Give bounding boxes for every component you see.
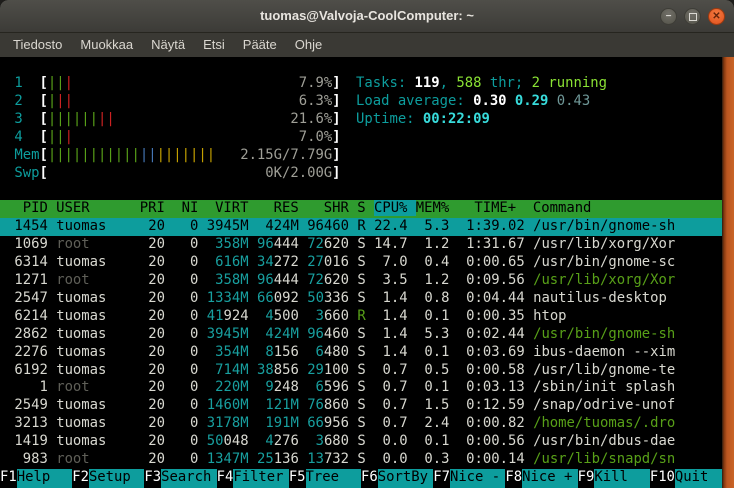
process-row-983[interactable]: 983 root 20 0 1347M 25136 13732 S 0.0 0.…: [0, 451, 722, 469]
maximize-button[interactable]: [684, 8, 701, 25]
terminal-window: tuomas@Valvoja-CoolComputer: ~ − ✕ Tiedo…: [0, 0, 734, 488]
fkey-label: F7: [433, 469, 450, 488]
terminal-content[interactable]: 1 [||| 7.9%] 2 [||| 6.3%] 3 [|||||||| 21…: [0, 57, 722, 488]
process-table: PID USER PRI NI VIRT RES SHR S CPU% MEM%…: [0, 200, 722, 469]
process-row-6214[interactable]: 6214 tuomas 20 0 41924 4500 3660 R 1.4 0…: [0, 308, 722, 326]
menu-item-muokkaa[interactable]: Muokkaa: [71, 33, 142, 57]
uptime-line: Uptime: 00:22:09: [356, 111, 490, 127]
titlebar[interactable]: tuomas@Valvoja-CoolComputer: ~ − ✕: [0, 0, 734, 33]
cpu4-meter: 4 [||| 7.0%]: [6, 129, 341, 145]
fkey-f8-nice+[interactable]: F8Nice +: [505, 469, 577, 488]
fkey-action: Filter: [233, 469, 288, 488]
close-button[interactable]: ✕: [708, 8, 725, 25]
close-icon: ✕: [712, 12, 720, 22]
process-row-2547[interactable]: 2547 tuomas 20 0 1334M 66092 50336 S 1.4…: [0, 290, 722, 308]
minimize-button[interactable]: −: [660, 8, 677, 25]
maximize-icon: [689, 13, 697, 21]
minimize-icon: −: [666, 12, 672, 22]
cpu2-meter: 2 [||| 6.3%]: [6, 93, 341, 109]
fkey-action: Kill: [594, 469, 649, 488]
process-row-6192[interactable]: 6192 tuomas 20 0 714M 38856 29100 S 0.7 …: [0, 362, 722, 380]
window-controls: − ✕: [660, 8, 725, 25]
fkey-f3-search[interactable]: F3Search: [144, 469, 216, 488]
menubar: TiedostoMuokkaaNäytäEtsiPääteOhje: [0, 33, 734, 57]
fkey-action: Nice +: [522, 469, 577, 488]
fkey-action: Nice -: [450, 469, 505, 488]
process-row-1069[interactable]: 1069 root 20 0 358M 96444 72620 S 14.7 1…: [0, 236, 722, 254]
sort-column-header[interactable]: CPU%: [374, 200, 416, 216]
process-row-1271[interactable]: 1271 root 20 0 358M 96444 72620 S 3.5 1.…: [0, 272, 722, 290]
load-average-line: Load average: 0.30 0.29 0.43: [356, 93, 590, 109]
fkey-action: Setup: [89, 469, 144, 488]
fkey-label: F1: [0, 469, 17, 488]
fkey-f2-setup[interactable]: F2Setup: [72, 469, 144, 488]
menu-item-nyt[interactable]: Näytä: [142, 33, 194, 57]
cpu3-meter: 3 [|||||||| 21.6%]: [6, 111, 341, 127]
process-row-2276[interactable]: 2276 tuomas 20 0 354M 8156 6480 S 1.4 0.…: [0, 344, 722, 362]
fkey-action: Quit: [675, 469, 722, 488]
fkey-label: F6: [361, 469, 378, 488]
cpu-memory-meters: 1 [||| 7.9%] 2 [||| 6.3%] 3 [|||||||| 21…: [6, 75, 341, 183]
fkey-label: F10: [650, 469, 675, 488]
fkey-label: F2: [72, 469, 89, 488]
process-row-2862[interactable]: 2862 tuomas 20 0 3945M 424M 96460 S 1.4 …: [0, 326, 722, 344]
menu-item-pte[interactable]: Pääte: [234, 33, 286, 57]
menu-item-ohje[interactable]: Ohje: [286, 33, 331, 57]
fkey-f6-sortby[interactable]: F6SortBy: [361, 469, 433, 488]
window-title: tuomas@Valvoja-CoolComputer: ~: [0, 0, 734, 32]
cpu1-meter: 1 [||| 7.9%]: [6, 75, 341, 91]
fkey-f5-tree[interactable]: F5Tree: [289, 469, 361, 488]
fkey-action: Tree: [306, 469, 361, 488]
process-row-2549[interactable]: 2549 tuomas 20 0 1460M 121M 76860 S 0.7 …: [0, 397, 722, 415]
mem-meter: Mem[|||||||||||||||||||| 2.15G/7.79G]: [6, 147, 341, 163]
scrollbar[interactable]: [722, 57, 734, 488]
function-key-bar: F1HelpF2SetupF3SearchF4FilterF5TreeF6Sor…: [0, 469, 722, 488]
fkey-f7-nice-[interactable]: F7Nice -: [433, 469, 505, 488]
fkey-label: F3: [144, 469, 161, 488]
fkey-f10-quit[interactable]: F10Quit: [650, 469, 722, 488]
menu-item-tiedosto[interactable]: Tiedosto: [4, 33, 71, 57]
tasks-line: Tasks: 119, 588 thr; 2 running: [356, 75, 607, 91]
process-row-1419[interactable]: 1419 tuomas 20 0 50048 4276 3680 S 0.0 0…: [0, 433, 722, 451]
fkey-action: Help: [17, 469, 72, 488]
process-row-6314[interactable]: 6314 tuomas 20 0 616M 34272 27016 S 7.0 …: [0, 254, 722, 272]
fkey-label: F4: [217, 469, 234, 488]
fkey-label: F5: [289, 469, 306, 488]
table-header-row[interactable]: PID USER PRI NI VIRT RES SHR S CPU% MEM%…: [0, 200, 722, 218]
fkey-f1-help[interactable]: F1Help: [0, 469, 72, 488]
fkey-label: F9: [578, 469, 595, 488]
fkey-action: Search: [161, 469, 216, 488]
process-row-3213[interactable]: 3213 tuomas 20 0 3178M 191M 66956 S 0.7 …: [0, 415, 722, 433]
fkey-label: F8: [505, 469, 522, 488]
fkey-action: SortBy: [378, 469, 433, 488]
process-row-1454[interactable]: 1454 tuomas 20 0 3945M 424M 96460 R 22.4…: [0, 218, 722, 236]
process-row-1[interactable]: 1 root 20 0 220M 9248 6596 S 0.7 0.1 0:0…: [0, 379, 722, 397]
fkey-f4-filter[interactable]: F4Filter: [217, 469, 289, 488]
fkey-f9-kill[interactable]: F9Kill: [578, 469, 650, 488]
swp-meter: Swp[ 0K/2.00G]: [6, 165, 341, 181]
menu-item-etsi[interactable]: Etsi: [194, 33, 234, 57]
tasks-summary: Tasks: 119, 588 thr; 2 running Load aver…: [356, 75, 607, 129]
